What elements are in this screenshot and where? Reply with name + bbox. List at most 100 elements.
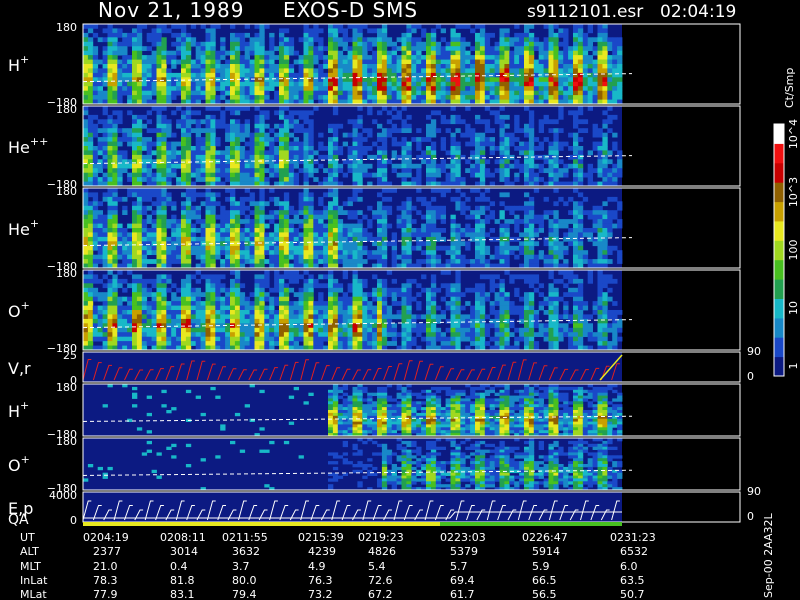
heatmap-cell [426, 214, 432, 220]
heatmap-cell [220, 245, 226, 251]
heatmap-cell [220, 214, 226, 220]
heatmap-cell [303, 68, 309, 74]
heatmap-cell [332, 163, 339, 169]
heatmap-cell [136, 296, 143, 302]
heatmap-cell [352, 214, 358, 220]
heatmap-cell [543, 241, 549, 247]
heatmap-cell [524, 254, 530, 260]
heatmap-cell [274, 270, 280, 275]
heatmap-cell [102, 137, 108, 142]
heatmap-cell [269, 188, 275, 193]
heatmap-cell [136, 210, 143, 215]
heatmap-cell [87, 168, 94, 173]
heatmap-cell [612, 163, 618, 169]
heatmap-cell [543, 41, 549, 47]
heatmap-cell [381, 90, 388, 96]
heatmap-cell [519, 41, 525, 47]
heatmap-cell [254, 301, 260, 306]
heatmap-cell [220, 123, 226, 129]
heatmap-cell [87, 41, 94, 47]
heatmap-cell [573, 172, 579, 178]
heatmap-cell [577, 137, 584, 142]
heatmap-cell [455, 46, 461, 51]
heatmap-cell [357, 81, 363, 87]
heatmap-cell [381, 141, 388, 147]
heatmap-cell [283, 177, 290, 182]
heatmap-cell [426, 46, 432, 51]
heatmap-cell [249, 163, 255, 169]
heatmap-cell [132, 163, 138, 169]
heatmap-cell [617, 90, 623, 96]
heatmap-cell [230, 245, 236, 251]
heatmap-cell [102, 141, 108, 147]
heatmap-cell [132, 64, 138, 69]
heatmap-cell [259, 228, 265, 233]
heatmap-cell [205, 205, 211, 211]
heatmap-cell [298, 168, 304, 173]
heatmap-cell [117, 41, 123, 47]
heatmap-cell [127, 141, 133, 147]
heatmap-cell [617, 168, 623, 173]
heatmap-cell [426, 90, 432, 96]
heatmap-cell [337, 210, 344, 215]
heatmap-cell [426, 59, 432, 65]
heatmap-cell [259, 323, 265, 329]
heatmap-cell [504, 146, 510, 151]
heatmap-cell [102, 192, 108, 198]
heatmap-cell [342, 141, 348, 147]
heatmap-cell [308, 137, 314, 142]
heatmap-cell [259, 95, 265, 100]
heatmap-cell [612, 90, 618, 96]
heatmap-cell [568, 59, 574, 65]
heatmap-cell [494, 159, 500, 165]
heatmap-cell [151, 72, 157, 78]
heatmap-cell [543, 46, 549, 51]
heatmap-cell [136, 123, 143, 129]
heatmap-cell [450, 137, 456, 142]
heatmap-cell [484, 64, 491, 69]
heatmap-cell [484, 41, 491, 47]
heatmap-cell [308, 72, 314, 78]
heatmap-cell [274, 223, 280, 229]
heatmap-cell [391, 137, 397, 142]
heatmap-cell [455, 59, 461, 65]
heatmap-cell [97, 146, 103, 151]
heatmap-cell [602, 68, 608, 74]
heatmap-cell [161, 205, 167, 211]
heatmap-cell [484, 86, 491, 91]
heatmap-cell [171, 201, 177, 207]
heatmap-cell [254, 159, 260, 165]
heatmap-cell [161, 50, 167, 56]
heatmap-cell [367, 163, 373, 169]
heatmap-cell [195, 150, 201, 156]
heatmap-cell [455, 55, 461, 60]
heatmap-cell [430, 90, 437, 96]
heatmap-cell [401, 81, 407, 87]
heatmap-cell [577, 168, 584, 173]
heatmap-cell [524, 37, 530, 43]
heatmap-cell [328, 150, 334, 156]
heatmap-cell [401, 86, 407, 91]
heatmap-cell [141, 192, 148, 198]
heatmap-cell [269, 86, 275, 91]
heatmap-cell [406, 24, 412, 29]
heatmap-cell [377, 37, 383, 43]
heatmap-cell [195, 336, 201, 342]
heatmap-cell [396, 59, 402, 65]
heatmap-cell [122, 59, 128, 65]
heatmap-cell [112, 341, 118, 346]
heatmap-cell [210, 292, 216, 297]
heatmap-cell [244, 310, 250, 315]
heatmap-cell [357, 232, 363, 238]
heatmap-cell [97, 163, 103, 169]
heatmap-cell [377, 146, 383, 151]
heatmap-cell [254, 283, 260, 289]
heatmap-cell [450, 163, 456, 169]
heatmap-cell [548, 86, 554, 91]
heatmap-cell [430, 128, 437, 133]
heatmap-cell [533, 90, 540, 96]
heatmap-cell [582, 81, 589, 87]
heatmap-cell [195, 245, 201, 251]
heatmap-cell [132, 296, 138, 302]
heatmap-cell [440, 163, 446, 169]
